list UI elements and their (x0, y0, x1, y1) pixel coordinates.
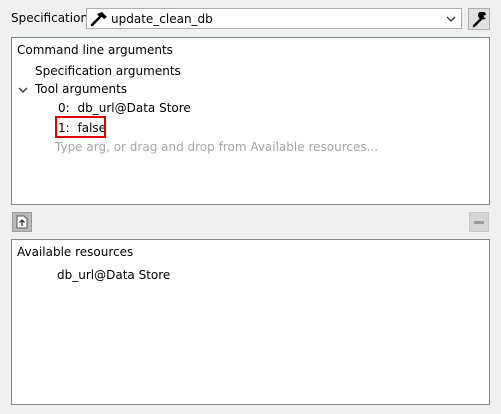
edit-specification-button[interactable] (468, 8, 490, 30)
file-upload-icon (16, 215, 28, 229)
specification-arguments-item[interactable]: Specification arguments (35, 64, 181, 78)
chevron-down-icon[interactable] (18, 85, 28, 95)
hammer-icon (90, 12, 107, 27)
move-to-args-button[interactable] (12, 212, 32, 232)
tool-argument-row[interactable]: 0: db_url@Data Store (58, 101, 191, 115)
remove-argument-button[interactable] (469, 212, 489, 232)
selection-highlight-box (55, 116, 106, 138)
argument-index: 0: (58, 101, 70, 115)
command-line-arguments-title: Command line arguments (17, 43, 173, 57)
resource-item[interactable]: db_url@Data Store (57, 268, 170, 282)
minus-icon (474, 221, 484, 224)
available-resources-panel[interactable]: Available resources db_url@Data Store (11, 239, 490, 405)
specification-combobox[interactable]: update_clean_db (86, 8, 462, 29)
chevron-down-icon (446, 16, 456, 22)
specification-label: Specification: (11, 11, 93, 25)
argument-placeholder[interactable]: Type arg, or drag and drop from Availabl… (55, 140, 378, 154)
available-resources-title: Available resources (17, 245, 134, 259)
specification-value: update_clean_db (111, 12, 213, 26)
wrench-icon (472, 12, 486, 28)
argument-value: db_url@Data Store (77, 101, 191, 115)
tool-arguments-item[interactable]: Tool arguments (35, 82, 127, 96)
